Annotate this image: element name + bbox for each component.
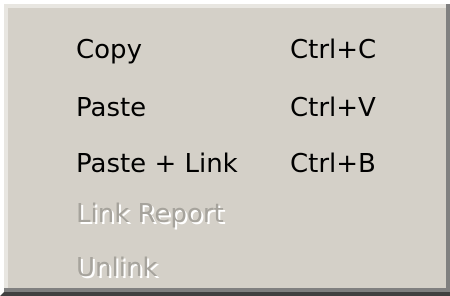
- menu-item-paste-shortcut: Ctrl+V: [290, 93, 376, 123]
- menu-item-paste-label: Paste: [76, 93, 147, 123]
- menu-item-copy-shortcut: Ctrl+C: [290, 35, 377, 65]
- menu-item-link-report-label: Link Report: [76, 199, 224, 229]
- menu-item-copy-label: Copy: [76, 35, 142, 65]
- menu-item-paste-link[interactable]: Paste + Link Ctrl+B: [14, 140, 434, 188]
- menu-item-unlink: Unlink: [14, 244, 434, 292]
- menu-item-unlink-label: Unlink: [76, 253, 158, 283]
- menu-item-paste-link-label: Paste + Link: [76, 149, 238, 179]
- menu-item-copy[interactable]: Copy Ctrl+C: [14, 26, 434, 74]
- menu-item-paste-link-shortcut: Ctrl+B: [290, 149, 376, 179]
- menu-item-link-report: Link Report: [14, 190, 434, 238]
- menu-item-paste[interactable]: Paste Ctrl+V: [14, 84, 434, 132]
- context-menu: Copy Ctrl+C Paste Ctrl+V Paste + Link Ct…: [0, 0, 450, 296]
